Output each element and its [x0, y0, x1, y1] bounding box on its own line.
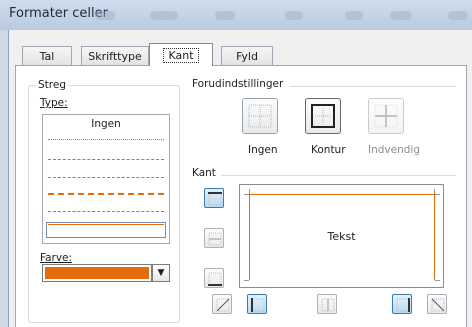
preview-corner-mark — [244, 280, 249, 281]
preset-inside-label: Indvendig — [368, 144, 420, 156]
tab-tal[interactable]: Tal — [22, 46, 72, 65]
tab-fyld[interactable]: Fyld — [221, 46, 273, 65]
color-label: Farve: — [40, 252, 73, 264]
color-dropdown-button[interactable]: ▼ — [152, 264, 170, 282]
preset-none-button[interactable] — [242, 98, 278, 134]
blurred-background — [345, 11, 363, 20]
line-style-list[interactable]: Ingen — [42, 114, 170, 244]
border-right-icon — [396, 298, 410, 312]
blurred-background — [390, 11, 412, 20]
blurred-background — [95, 11, 115, 20]
presets-divider — [290, 86, 456, 87]
line-style-dotted[interactable] — [48, 139, 164, 140]
border-middle-vertical-button[interactable] — [317, 294, 337, 314]
tab-kant[interactable]: Kant — [149, 43, 213, 66]
border-left-button[interactable] — [247, 294, 267, 314]
border-top-icon — [208, 192, 222, 206]
type-label: Type: — [40, 97, 68, 109]
border-diagonal-up-button[interactable] — [212, 294, 232, 314]
border-bottom-icon — [208, 272, 222, 286]
border-diagonal-down-button[interactable] — [427, 294, 447, 314]
presets-title: Forudindstillinger — [192, 78, 284, 90]
line-style-dash-dot[interactable] — [48, 177, 164, 178]
border-top-button[interactable] — [204, 188, 224, 208]
selected-color-swatch — [45, 267, 149, 279]
preset-none-label: Ingen — [248, 144, 278, 156]
preset-outline-button[interactable] — [305, 98, 341, 134]
preset-outline-label: Kontur — [311, 144, 346, 156]
border-none-icon — [248, 104, 272, 128]
line-style-medium-dash-dot[interactable] — [48, 193, 164, 195]
border-preview[interactable]: Tekst — [239, 184, 444, 288]
blurred-background — [285, 11, 303, 20]
preview-corner-mark — [249, 189, 250, 194]
chevron-down-icon: ▼ — [157, 268, 165, 278]
border-outline-icon — [311, 104, 335, 128]
blurred-background — [150, 11, 178, 20]
diagonal-up-icon — [216, 298, 230, 312]
border-inside-icon — [374, 104, 398, 128]
blurred-background — [448, 11, 468, 20]
tab-skrifttype[interactable]: Skrifttype — [81, 46, 149, 65]
line-style-dashed[interactable] — [48, 211, 164, 212]
line-group-title: Streg — [36, 79, 68, 91]
preview-text: Tekst — [327, 230, 356, 243]
border-middle-horizontal-button[interactable] — [204, 228, 224, 248]
border-bottom-button[interactable] — [204, 268, 224, 288]
color-select[interactable] — [42, 264, 152, 282]
selected-line-style — [46, 222, 166, 238]
preview-corner-mark — [435, 194, 440, 195]
border-right-button[interactable] — [392, 294, 412, 314]
preset-inside-button[interactable] — [368, 98, 404, 134]
blurred-background — [215, 11, 235, 20]
line-style-none[interactable]: Ingen — [43, 118, 169, 130]
border-left-icon — [251, 298, 265, 312]
preview-corner-mark — [244, 194, 249, 195]
preview-top-border — [249, 194, 435, 195]
border-vertical-inner-icon — [321, 298, 335, 312]
preview-corner-mark — [434, 189, 435, 194]
preview-corner-mark — [435, 280, 440, 281]
window-title: Formater celler — [9, 6, 108, 21]
border-divider — [221, 175, 456, 176]
line-style-hairline-dash[interactable] — [48, 159, 164, 160]
diagonal-down-icon — [431, 298, 445, 312]
border-horizontal-inner-icon — [208, 232, 222, 246]
border-title: Kant — [192, 167, 216, 179]
